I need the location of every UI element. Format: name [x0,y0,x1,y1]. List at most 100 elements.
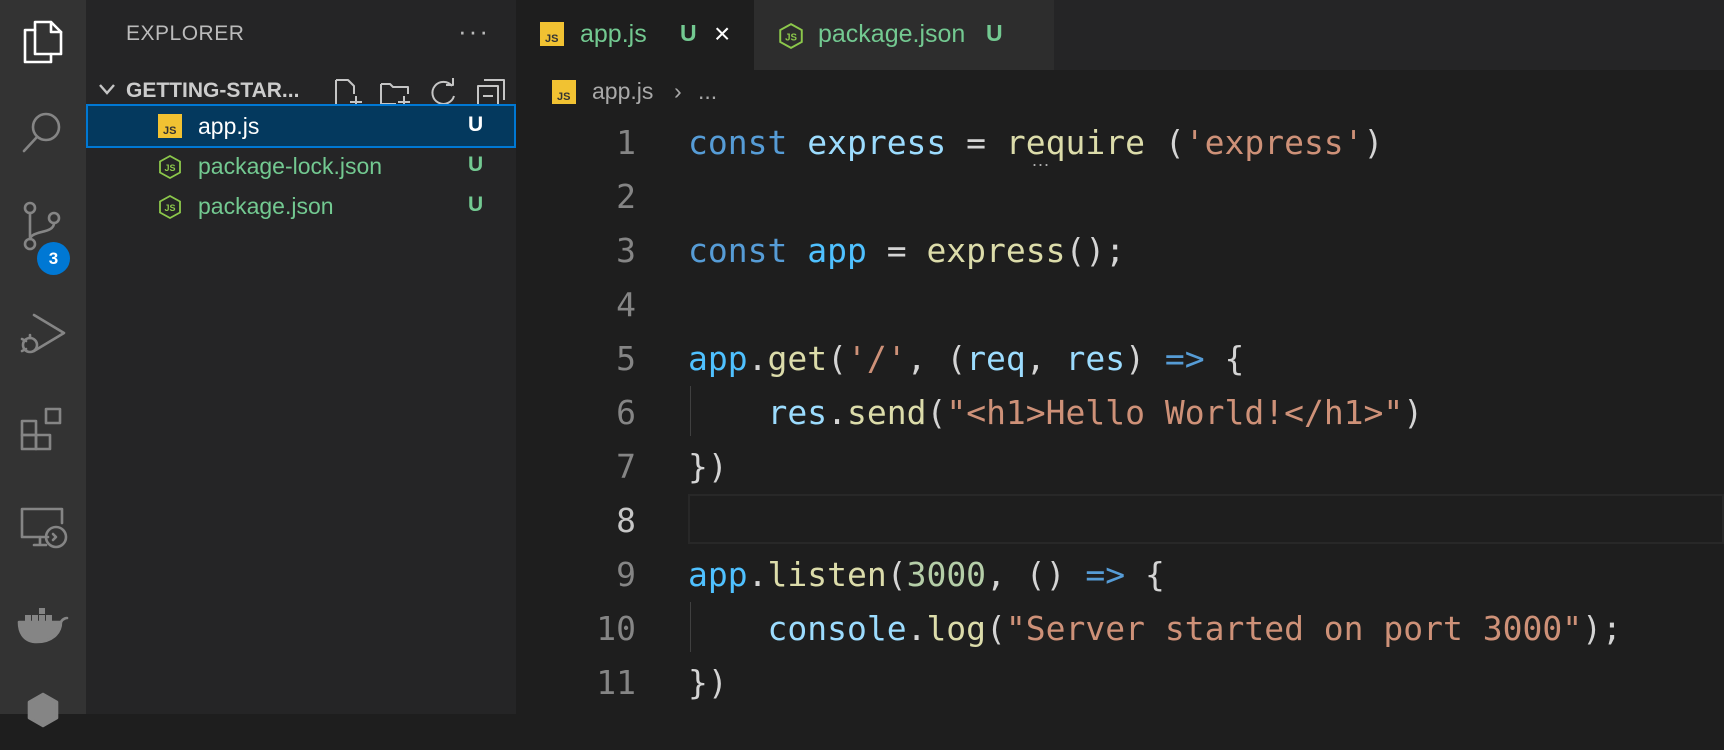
code-token: = [946,123,1006,162]
code-line: app.listen(3000, () => { [688,548,1622,602]
breadcrumb-symbols[interactable]: ... [698,78,717,105]
code-token: => [1085,555,1126,594]
remote-explorer-icon[interactable] [0,488,86,568]
code-token: , () [986,555,1086,594]
file-name: app.js [198,113,260,139]
code-token: . [747,339,768,378]
code-token: ( [827,339,847,378]
code-token: "<h1>Hello World!</h1>" [946,393,1404,432]
code-token: '/' [846,339,907,378]
source-control-badge: 3 [37,242,70,275]
javascript-file-icon: JS [540,22,564,46]
file-name: package-lock.json [198,153,383,179]
line-number: 8 [616,501,636,540]
git-status-badge: U [468,153,484,176]
folder-name: GETTING-STAR... [126,79,300,102]
explorer-title: EXPLORER [126,22,245,45]
svg-text:JS: JS [163,125,176,137]
explorer-sidebar: EXPLORER ··· GETTING-STAR... JS app.js U… [86,0,516,714]
code-token: }) [688,447,728,486]
svg-text:JS: JS [165,163,176,173]
code-line: app.get('/', (req, res) => { [688,332,1622,386]
code-token: { [1204,339,1245,378]
run-debug-icon[interactable] [0,294,86,374]
code-token: ( [886,555,907,594]
code-token: send [846,393,927,432]
svg-text:JS: JS [165,203,176,213]
search-icon[interactable] [0,92,86,172]
code-token: app [688,555,748,594]
nodejs-file-icon: JS [779,23,803,49]
file-item-package-json[interactable]: JS package.json U [86,184,516,228]
code-token: = [866,231,927,270]
tab-package-json[interactable]: JS package.json U [754,0,1054,70]
code-token: listen [767,555,887,594]
code-token: app [688,339,748,378]
line-number: 1 [616,123,636,162]
tab-app-js[interactable]: JS app.js U × [516,0,754,70]
nodejs-file-icon: JS [159,154,181,180]
code-line: res.send("<h1>Hello World!</h1>") [688,386,1622,440]
code-editor[interactable]: const express = require ('express') const… [688,116,1622,710]
tab-git-status: U [986,20,1003,46]
git-status-badge: U [468,113,484,136]
svg-text:JS: JS [545,33,558,45]
code-token: res [1065,339,1126,378]
code-token: const [688,231,788,270]
file-item-app-js[interactable]: JS app.js U [86,104,516,148]
line-number: 7 [616,447,636,486]
tab-label: app.js [580,20,647,48]
file-item-package-lock-json[interactable]: JS package-lock.json U [86,144,516,188]
code-token: req [966,339,1026,378]
code-line: }) [688,656,1622,710]
code-token: express [807,123,947,162]
code-token: . [827,393,847,432]
code-line: const express = require ('express') [688,116,1622,170]
more-actions-icon[interactable]: ··· [458,16,490,47]
line-number: 2 [616,177,636,216]
code-token: , [1025,339,1066,378]
activity-bar: 3 [0,0,86,728]
code-token: ( [926,393,947,432]
code-token: get [767,339,828,378]
code-token: ( [986,609,1006,648]
svg-text:JS: JS [785,32,797,43]
code-token: . [747,555,768,594]
code-line: const app = express(); [688,224,1622,278]
code-token: app [807,231,867,270]
line-number: 10 [596,609,636,648]
svg-text:JS: JS [557,91,570,103]
tab-label: package.json [818,20,966,48]
line-number: 6 [616,393,636,432]
code-token: const [688,123,788,162]
code-token: res [767,393,828,432]
code-token: }) [688,663,728,702]
extensions-icon[interactable] [0,390,86,470]
file-name: package.json [198,193,334,219]
code-token: ( [1144,123,1185,162]
code-token: (); [1065,231,1126,270]
code-line: console.log("Server started on port 3000… [688,602,1621,656]
nodejs-file-icon: JS [159,194,181,220]
line-number: 11 [596,663,636,702]
git-status-badge: U [468,193,484,216]
suggestion-hint: ... [1032,150,1051,170]
close-icon[interactable]: × [714,20,730,48]
files-icon[interactable] [0,2,86,82]
code-token: console [767,609,907,648]
code-token: ) [1403,393,1424,432]
breadcrumb-separator: › [674,78,682,104]
code-token: => [1164,339,1205,378]
code-token: log [926,609,987,648]
tab-git-status: U [680,20,697,46]
breadcrumb-file[interactable]: app.js [592,78,653,105]
kubernetes-icon[interactable] [0,670,86,750]
code-token: express [926,231,1066,270]
docker-icon[interactable] [0,584,86,664]
